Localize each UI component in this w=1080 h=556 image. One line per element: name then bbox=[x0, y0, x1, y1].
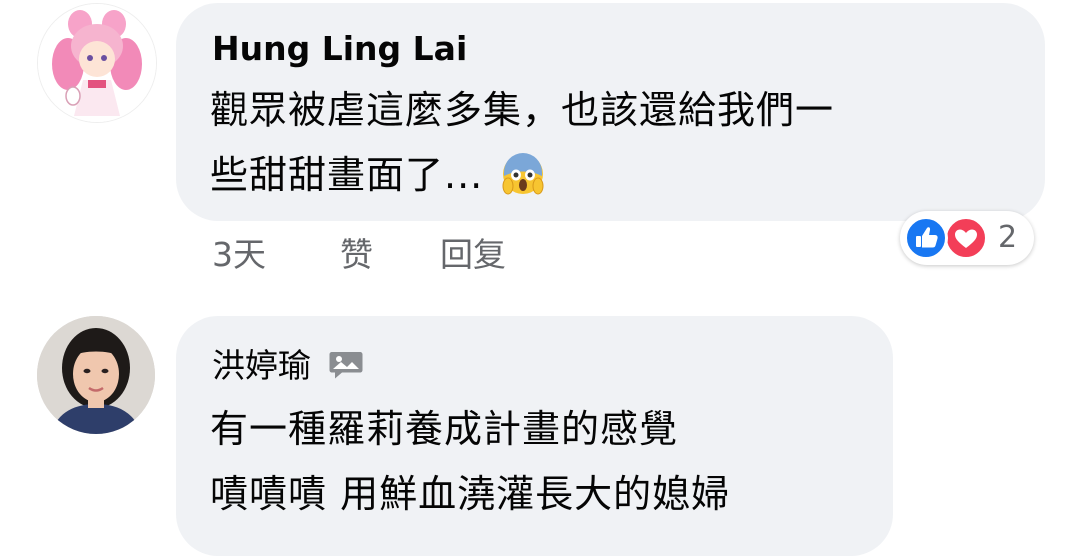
comment-author[interactable]: Hung Ling Lai bbox=[212, 29, 467, 69]
comment-text-line: 觀眾被虐這麼多集，也該還給我們一 bbox=[210, 88, 835, 132]
reaction-count: 2 bbox=[998, 220, 1018, 255]
comment-text-line: 有一種羅莉養成計畫的感覺 bbox=[210, 407, 679, 451]
anime-avatar-image bbox=[38, 4, 156, 122]
comment-text-line-content: 些甜甜畫面了... bbox=[210, 153, 484, 197]
face-screaming-in-fear-icon bbox=[502, 153, 544, 195]
comment-author[interactable]: 洪婷瑜 bbox=[212, 346, 364, 386]
comment-author-name: 洪婷瑜 bbox=[212, 346, 311, 385]
reply-button[interactable]: 回复 bbox=[440, 230, 506, 280]
comment-timestamp[interactable]: 3天 bbox=[212, 230, 266, 280]
comment-text-line: 嘖嘖嘖 用鮮血澆灌長大的媳婦 bbox=[210, 472, 731, 516]
comment-text-line: 些甜甜畫面了... bbox=[210, 150, 546, 199]
like-icon bbox=[904, 216, 948, 260]
avatar[interactable] bbox=[37, 316, 155, 434]
photo-comment-icon bbox=[329, 352, 362, 379]
like-button[interactable]: 赞 bbox=[340, 230, 373, 280]
love-icon bbox=[944, 216, 988, 260]
reaction-summary[interactable]: 2 bbox=[900, 211, 1034, 265]
profile-photo-image bbox=[37, 316, 155, 434]
avatar[interactable] bbox=[37, 3, 157, 123]
